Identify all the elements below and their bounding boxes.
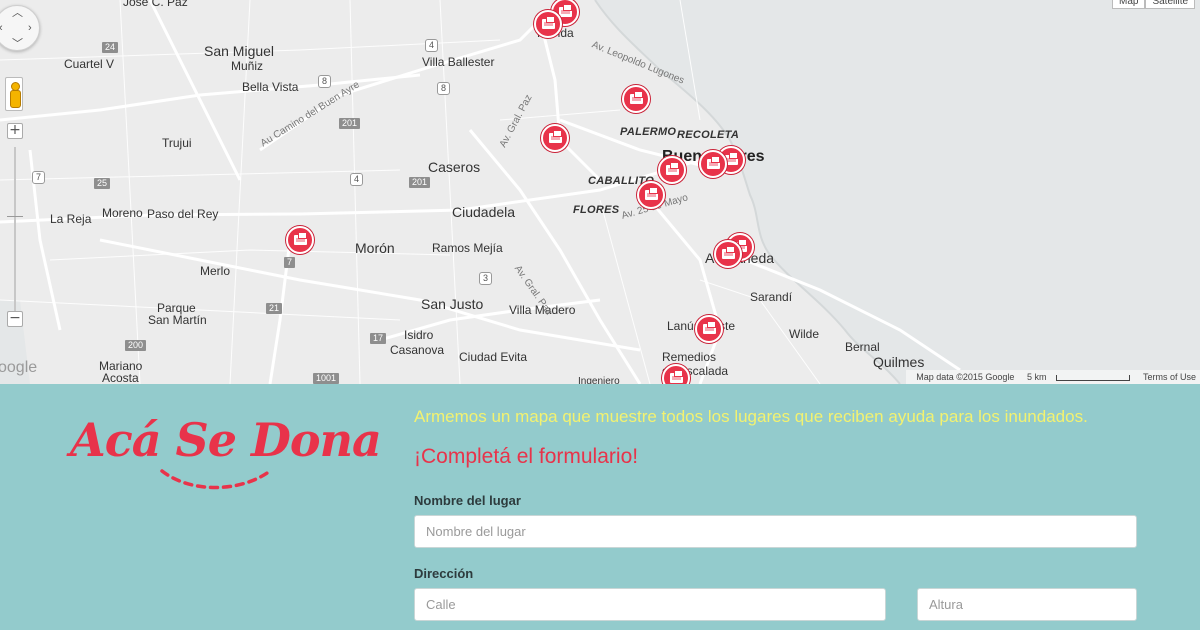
route-shield: 8 [437, 82, 451, 95]
form-panel: Acá Se Dona Armemos un mapa que muestre … [0, 384, 1200, 630]
route-shield: 4 [425, 39, 439, 52]
map-data-credit: Map data ©2015 Google [916, 372, 1015, 382]
chevron-left-icon[interactable]: ‹ [0, 23, 3, 34]
route-shield: 7 [32, 171, 46, 184]
map-label: Bernal [845, 340, 880, 354]
street-number-input[interactable] [917, 588, 1137, 621]
place-name-label: Nombre del lugar [414, 493, 521, 508]
map-label: FLORES [573, 204, 620, 216]
map-label: Bella Vista [242, 80, 299, 94]
map-label: Paso del Rey [147, 207, 219, 221]
route-shield: 1001 [313, 373, 340, 384]
map-label: Merlo [200, 264, 231, 278]
donation-box-icon[interactable] [714, 240, 742, 268]
map-label: Isidro [404, 328, 434, 342]
donation-box-icon[interactable] [699, 150, 727, 178]
route-shield: 25 [94, 178, 111, 189]
map-type-satellite-button[interactable]: Satellite [1145, 0, 1196, 9]
map-label: San Justo [421, 296, 484, 312]
map-label: Villa Ballester [422, 55, 495, 69]
intro-text: Armemos un mapa que muestre todos los lu… [414, 407, 1088, 426]
map-label: PALERMO [620, 126, 677, 138]
map[interactable]: José C. Paz Cuartel V San Miguel Muñiz B… [0, 0, 1200, 384]
route-shield: 201 [409, 177, 431, 188]
map-label: Wilde [789, 327, 820, 341]
route-shield: 7 [284, 257, 296, 268]
chevron-down-icon[interactable]: ﹀ [12, 39, 23, 50]
donation-box-icon[interactable] [541, 124, 569, 152]
form-heading: ¡Completá el formulario! [414, 445, 639, 468]
map-label: Quilmes [873, 354, 925, 370]
donation-box-icon[interactable] [658, 156, 686, 184]
map-label: Ingeniero [578, 376, 620, 384]
map-label: Ciudadela [452, 204, 516, 220]
zoom-handle[interactable] [7, 216, 23, 217]
chevron-up-icon[interactable]: ︿ [12, 8, 23, 19]
map-label: Trujui [162, 136, 192, 150]
route-shield: 201 [339, 118, 361, 129]
donation-box-icon[interactable] [622, 85, 650, 113]
donation-box-icon[interactable] [637, 181, 665, 209]
map-label: Sarandí [750, 290, 793, 304]
route-shield: 4 [350, 173, 364, 186]
zoom-slider[interactable] [14, 147, 16, 311]
donation-box-icon[interactable] [662, 364, 690, 384]
map-label: San Martín [148, 313, 207, 327]
map-label: Cuartel V [64, 57, 115, 71]
address-label: Dirección [414, 566, 474, 581]
donation-box-icon[interactable] [286, 226, 314, 254]
route-shield: 17 [370, 333, 387, 344]
map-label: José C. Paz [123, 0, 188, 9]
zoom-in-button[interactable]: + [7, 123, 23, 139]
route-shield: 21 [266, 303, 283, 314]
place-name-input[interactable] [414, 515, 1137, 548]
street-input[interactable] [414, 588, 886, 621]
route-shield: 8 [318, 75, 332, 88]
map-label: Morón [355, 240, 395, 256]
chevron-right-icon[interactable]: › [28, 23, 32, 34]
map-label: Ciudad Evita [459, 350, 528, 364]
brand-logo: Acá Se Dona [70, 413, 382, 493]
route-shield: 24 [102, 42, 119, 53]
map-label: Casanova [390, 343, 445, 357]
map-label: Ramos Mejía [432, 241, 503, 255]
map-label: RECOLETA [677, 129, 740, 141]
route-shield: 3 [479, 272, 493, 285]
zoom-out-button[interactable]: − [7, 311, 23, 327]
smile-icon [160, 469, 272, 490]
map-label: La Reja [50, 212, 92, 226]
google-logo: oogle [0, 359, 38, 376]
map-label: Caseros [428, 159, 481, 175]
donation-box-icon[interactable] [695, 315, 723, 343]
street-view-pegman-icon[interactable] [5, 77, 23, 111]
map-label: Acosta [102, 371, 139, 384]
map-label: Muñiz [231, 59, 264, 73]
map-label: Remedios [662, 350, 717, 364]
donation-box-icon[interactable] [534, 10, 562, 38]
map-label: Moreno [102, 206, 143, 220]
map-attribution: Map data ©2015 Google 5 km Terms of Use [906, 370, 1200, 384]
scale-bar [1056, 374, 1131, 381]
terms-link[interactable]: Terms of Use [1143, 372, 1196, 382]
scale-label: 5 km [1026, 372, 1047, 382]
map-type-control[interactable]: Map Satellite [1112, 0, 1196, 9]
route-shield: 200 [125, 340, 147, 351]
map-type-map-button[interactable]: Map [1112, 0, 1146, 9]
map-label: San Miguel [204, 43, 275, 59]
